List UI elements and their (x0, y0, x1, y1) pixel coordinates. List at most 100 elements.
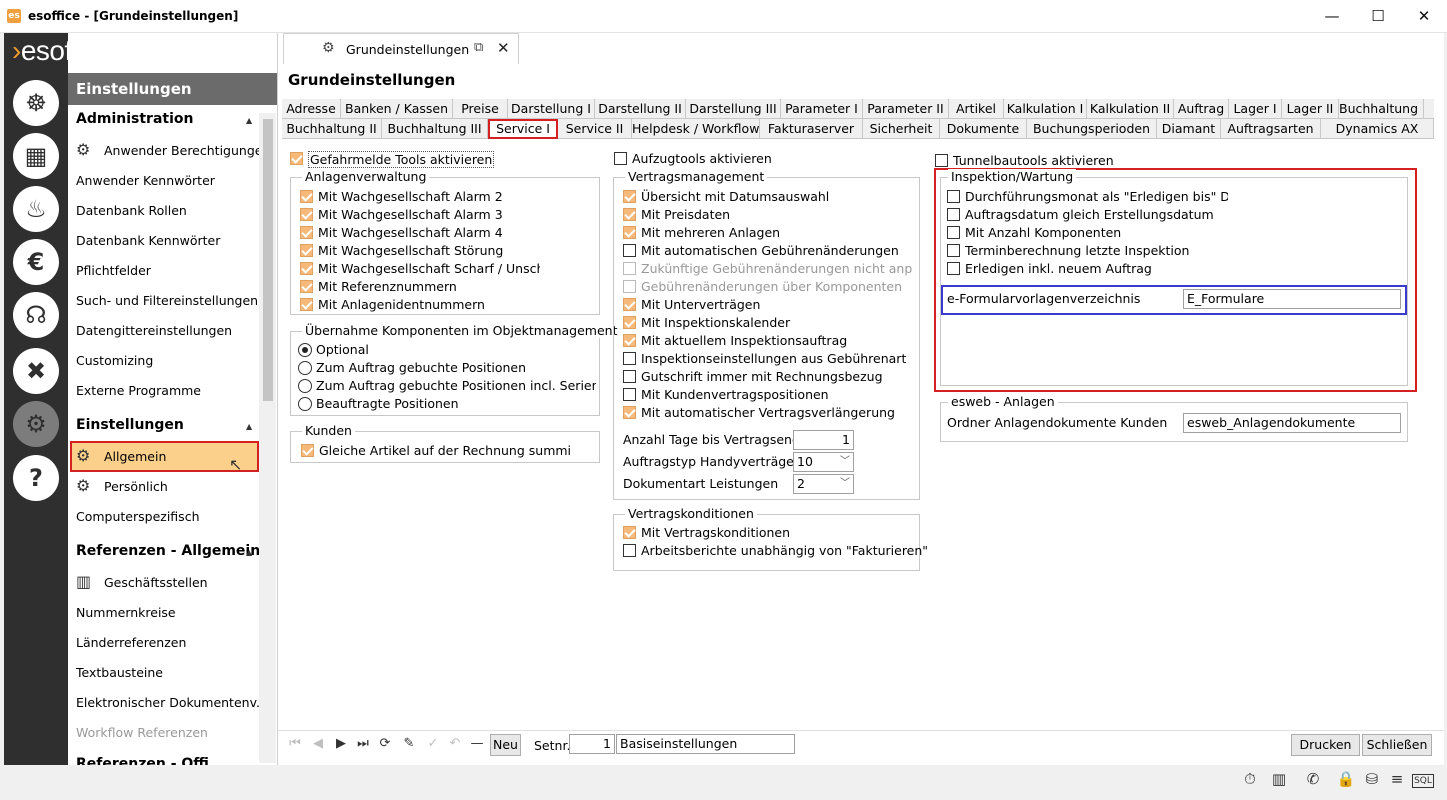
nav-scrollbar[interactable] (259, 113, 276, 763)
tab-dokumente[interactable]: Dokumente (940, 119, 1027, 139)
chevron-down-icon[interactable]: ﹀ (840, 453, 850, 471)
radio-option[interactable] (298, 361, 312, 375)
tab-sicherheit[interactable]: Sicherheit (863, 119, 940, 139)
next-record-icon[interactable]: ▶ (332, 736, 350, 751)
sql-icon[interactable]: SQL (1412, 774, 1434, 788)
checkbox[interactable] (300, 280, 313, 293)
checkbox[interactable] (623, 526, 636, 539)
nav-item[interactable]: Textbausteine (76, 665, 163, 680)
nav-item[interactable]: Datengittereinstellungen (76, 323, 232, 338)
collapse-arrow-icon[interactable]: ▲ (246, 548, 252, 557)
new-button[interactable]: Neu (490, 734, 521, 756)
building-icon[interactable]: ▥ (1268, 770, 1290, 788)
stopwatch-icon[interactable]: ⏱ (1239, 770, 1261, 788)
set-name-input[interactable]: Basiseinstellungen (616, 734, 795, 754)
checkbox[interactable] (947, 190, 960, 203)
tab-kalkulation-1[interactable]: Kalkulation I (1004, 99, 1087, 119)
maximize-button[interactable]: ☐ (1355, 0, 1401, 33)
minimize-button[interactable]: — (1309, 0, 1355, 33)
nav-item[interactable]: Geschäftsstellen (104, 575, 208, 590)
tab-darstellung-2[interactable]: Darstellung II (595, 99, 686, 119)
section-referenzen-office[interactable]: Referenzen - Offi... (76, 756, 225, 765)
tab-parameter-2[interactable]: Parameter II (863, 99, 949, 119)
collapse-arrow-icon[interactable]: ▲ (246, 422, 252, 431)
collapse-arrow-icon[interactable]: ▲ (246, 116, 252, 125)
checkbox[interactable] (623, 544, 636, 557)
tab-buchhaltung-2[interactable]: Buchhaltung II (282, 119, 382, 139)
print-button[interactable]: Drucken (1291, 734, 1360, 756)
nav-item[interactable]: Pflichtfelder (76, 263, 151, 278)
nav-item[interactable]: Anwender Berechtigungen (104, 143, 270, 158)
refresh-icon[interactable]: ⟳ (376, 736, 394, 751)
checkbox[interactable] (623, 334, 636, 347)
tab-kalkulation-2[interactable]: Kalkulation II (1087, 99, 1174, 119)
tab-buchhaltung-1[interactable]: Buchhaltung I (1339, 99, 1424, 119)
radio-option[interactable] (298, 343, 312, 357)
checkbox[interactable] (300, 244, 313, 257)
delete-icon[interactable]: — (468, 736, 486, 751)
close-button[interactable]: Schließen (1362, 734, 1432, 756)
tab-auftragsarten[interactable]: Auftragsarten (1221, 119, 1321, 139)
document-tab[interactable]: ⚙ Grundeinstellungen ⧉ ✕ (283, 33, 519, 64)
section-administration[interactable]: Administration (76, 111, 193, 127)
checkbox[interactable] (300, 226, 313, 239)
nav-item[interactable]: Externe Programme (76, 383, 201, 398)
esweb-folder-input[interactable]: esweb_Anlagendokumente (1183, 413, 1401, 433)
euro-icon[interactable]: € (13, 239, 59, 285)
phone-icon[interactable]: ✆ (1302, 770, 1324, 788)
tab-buchhaltung-3[interactable]: Buchhaltung III (382, 119, 488, 139)
checkbox[interactable] (301, 444, 314, 457)
checkbox-tunnelbautools[interactable] (935, 154, 948, 167)
tab-buchungsperioden[interactable]: Buchungsperioden (1027, 119, 1157, 139)
tab-fakturaserver[interactable]: Fakturaserver (760, 119, 863, 139)
nav-item[interactable]: Datenbank Kennwörter (76, 233, 220, 248)
handy-type-select[interactable]: 10 ﹀ (793, 452, 854, 472)
tab-service-2[interactable]: Service II (558, 119, 632, 139)
checkbox[interactable] (623, 352, 636, 365)
checkbox[interactable] (623, 370, 636, 383)
nav-item[interactable]: Datenbank Rollen (76, 203, 187, 218)
nav-item[interactable]: Such- und Filtereinstellungen (76, 293, 258, 308)
checkbox[interactable] (623, 244, 636, 257)
checkbox-gefahrmelde-tools[interactable] (290, 152, 303, 165)
checkbox[interactable] (623, 298, 636, 311)
tab-darstellung-1[interactable]: Darstellung I (508, 99, 595, 119)
checkbox[interactable] (623, 388, 636, 401)
days-input[interactable]: 1 (793, 430, 854, 450)
last-record-icon[interactable]: ⏭ (354, 736, 372, 751)
tab-dynamics-ax[interactable]: Dynamics AX (1321, 119, 1434, 139)
nav-item[interactable]: Elektronischer Dokumentenv... (76, 695, 268, 710)
checkbox[interactable] (300, 298, 313, 311)
lock-icon[interactable]: 🔒 (1335, 770, 1357, 788)
formular-directory-input[interactable]: E_Formulare (1183, 289, 1401, 309)
tab-service-1[interactable]: Service I (488, 119, 558, 139)
nav-item[interactable]: Nummernkreise (76, 605, 176, 620)
checkbox[interactable] (947, 244, 960, 257)
nav-item[interactable]: Anwender Kennwörter (76, 173, 215, 188)
close-tab-icon[interactable]: ✕ (497, 39, 510, 57)
nav-item-allgemein[interactable]: Allgemein (104, 449, 166, 464)
help-icon[interactable]: ? (13, 455, 59, 501)
tab-parameter-1[interactable]: Parameter I (781, 99, 863, 119)
checkbox[interactable] (947, 208, 960, 221)
nav-item[interactable]: Customizing (76, 353, 153, 368)
close-window-button[interactable]: ✕ (1401, 0, 1447, 33)
database-icon[interactable]: ⛁ (1361, 770, 1383, 788)
tab-darstellung-3[interactable]: Darstellung III (686, 99, 781, 119)
headset-icon[interactable]: ☊ (13, 292, 59, 338)
calendar-icon[interactable]: ▦ (13, 133, 59, 179)
tab-preise[interactable]: Preise (453, 99, 508, 119)
popout-icon[interactable]: ⧉ (474, 40, 483, 55)
tab-lager-2[interactable]: Lager II (1282, 99, 1339, 119)
checkbox[interactable] (947, 226, 960, 239)
stack-icon[interactable]: ≡ (1386, 770, 1408, 788)
section-einstellungen[interactable]: Einstellungen (76, 417, 184, 433)
checkbox[interactable] (623, 316, 636, 329)
checkbox[interactable] (300, 190, 313, 203)
nav-item[interactable]: Computerspezifisch (76, 509, 200, 524)
tab-diamant[interactable]: Diamant (1157, 119, 1221, 139)
tab-artikel[interactable]: Artikel (949, 99, 1004, 119)
checkbox-aufzugtools[interactable] (614, 152, 627, 165)
checkbox[interactable] (623, 406, 636, 419)
tab-auftrag[interactable]: Auftrag (1174, 99, 1229, 119)
